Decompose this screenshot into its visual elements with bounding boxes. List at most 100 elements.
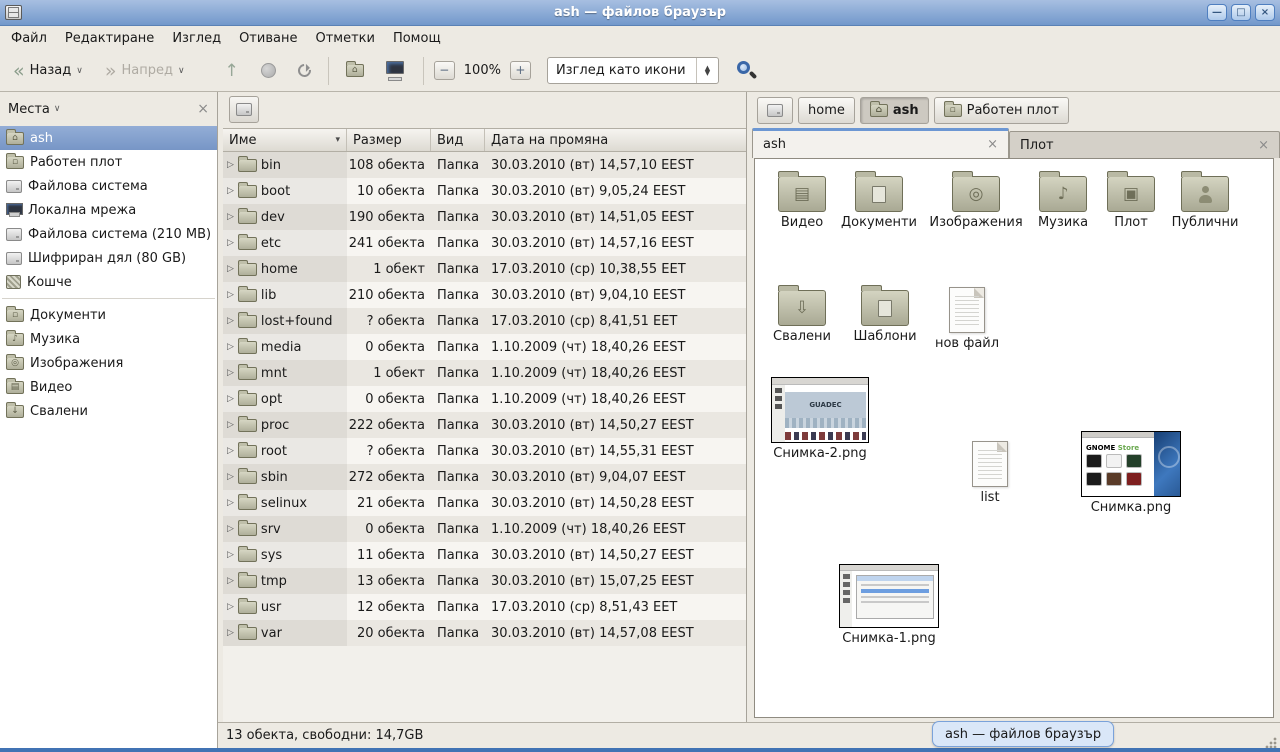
column-header-date[interactable]: Дата на промяна xyxy=(485,129,746,151)
back-button[interactable]: « Назад ∨ xyxy=(6,59,90,83)
expander-icon[interactable]: ▷ xyxy=(227,290,234,300)
icon-view-item-Плот[interactable]: ▣Плот xyxy=(1097,171,1165,231)
tab-Плот[interactable]: Плот× xyxy=(1009,131,1280,158)
date-cell: 30.03.2010 (вт) 9,04,07 EEST xyxy=(485,464,746,490)
table-row[interactable]: ▷etc241 обектаПапка30.03.2010 (вт) 14,57… xyxy=(223,230,746,256)
search-button[interactable] xyxy=(735,59,759,83)
zoom-out-button[interactable]: − xyxy=(434,61,455,80)
table-row[interactable]: ▷mnt1 обектПапка1.10.2009 (чт) 18,40,26 … xyxy=(223,360,746,386)
expander-icon[interactable]: ▷ xyxy=(227,394,234,404)
menu-item-4[interactable]: Отиване xyxy=(230,28,306,49)
reload-button[interactable] xyxy=(291,60,318,81)
table-row[interactable]: ▷sbin272 обектаПапка30.03.2010 (вт) 9,04… xyxy=(223,464,746,490)
icon-view-item-Публични[interactable]: Публични xyxy=(1161,171,1249,231)
expander-icon[interactable]: ▷ xyxy=(227,420,234,430)
table-row[interactable]: ▷proc222 обектаПапка30.03.2010 (вт) 14,5… xyxy=(223,412,746,438)
sidebar-item-Свалени[interactable]: ↓Свалени xyxy=(0,399,217,423)
menu-item-2[interactable]: Редактиране xyxy=(56,28,163,49)
column-header-size[interactable]: Размер xyxy=(347,129,431,151)
table-row[interactable]: ▷home1 обектПапка17.03.2010 (ср) 10,38,5… xyxy=(223,256,746,282)
stop-button[interactable] xyxy=(254,59,283,82)
breadcrumb-Работен плот[interactable]: ▫Работен плот xyxy=(934,97,1069,124)
computer-button[interactable] xyxy=(377,57,413,85)
expander-icon[interactable]: ▷ xyxy=(227,576,234,586)
expander-icon[interactable]: ▷ xyxy=(227,368,234,378)
icon-view-item-list[interactable]: list xyxy=(957,439,1023,506)
menu-item-6[interactable]: Помощ xyxy=(384,28,450,49)
home-button[interactable]: ⌂ xyxy=(339,60,371,81)
sidebar-item-Изображения[interactable]: ◎Изображения xyxy=(0,351,217,375)
icon-view-item-Снимка-1.png[interactable]: Снимка-1.png xyxy=(835,564,943,647)
sidebar-item-Работен плот[interactable]: ▫Работен плот xyxy=(0,150,217,174)
table-row[interactable]: ▷boot10 обектаПапка30.03.2010 (вт) 9,05,… xyxy=(223,178,746,204)
filesystem-root-button[interactable] xyxy=(229,96,259,123)
sidebar-item-Файлова система[interactable]: Файлова система xyxy=(0,174,217,198)
table-row[interactable]: ▷opt0 обектаПапка1.10.2009 (чт) 18,40,26… xyxy=(223,386,746,412)
table-row[interactable]: ▷selinux21 обектаПапка30.03.2010 (вт) 14… xyxy=(223,490,746,516)
expander-icon[interactable]: ▷ xyxy=(227,342,234,352)
icon-view-item-Снимка-2.png[interactable]: GUADECСнимка-2.png xyxy=(769,377,871,462)
expander-icon[interactable]: ▷ xyxy=(227,238,234,248)
table-row[interactable]: ▷media0 обектаПапка1.10.2009 (чт) 18,40,… xyxy=(223,334,746,360)
icon-view-item-нов файл[interactable]: нов файл xyxy=(927,285,1007,352)
expander-icon[interactable]: ▷ xyxy=(227,160,234,170)
icon-view-item-Свалени[interactable]: ⇩Свалени xyxy=(760,285,844,345)
table-row[interactable]: ▷srv0 обектаПапка1.10.2009 (чт) 18,40,26… xyxy=(223,516,746,542)
expander-icon[interactable]: ▷ xyxy=(227,446,234,456)
expander-icon[interactable]: ▷ xyxy=(227,212,234,222)
expander-icon[interactable]: ▷ xyxy=(227,602,234,612)
expander-icon[interactable]: ▷ xyxy=(227,498,234,508)
expander-icon[interactable]: ▷ xyxy=(227,316,234,326)
zoom-in-button[interactable]: + xyxy=(510,61,531,80)
table-row[interactable]: ▷lost+found? обектаПапка17.03.2010 (ср) … xyxy=(223,308,746,334)
sidebar-item-Документи[interactable]: ▫Документи xyxy=(0,303,217,327)
sidebar-item-Шифриран дял (80 GB)[interactable]: Шифриран дял (80 GB) xyxy=(0,246,217,270)
forward-button[interactable]: » Напред ∨ xyxy=(98,59,192,83)
breadcrumb-home[interactable]: home xyxy=(798,97,855,124)
table-row[interactable]: ▷var20 обектаПапка30.03.2010 (вт) 14,57,… xyxy=(223,620,746,646)
minimize-button[interactable]: — xyxy=(1207,4,1227,21)
expander-icon[interactable]: ▷ xyxy=(227,186,234,196)
breadcrumb-ash[interactable]: ⌂ash xyxy=(860,97,929,124)
table-row[interactable]: ▷lib210 обектаПапка30.03.2010 (вт) 9,04,… xyxy=(223,282,746,308)
expander-icon[interactable]: ▷ xyxy=(227,472,234,482)
up-button[interactable]: ↑ xyxy=(218,57,246,85)
table-row[interactable]: ▷usr12 обектаПапка17.03.2010 (ср) 8,51,4… xyxy=(223,594,746,620)
tab-close-icon[interactable]: × xyxy=(1258,138,1269,153)
name-cell: ▷mnt xyxy=(223,360,347,386)
column-header-name[interactable]: Име▾ xyxy=(223,129,347,151)
sidebar-item-Файлова система (210 MB)[interactable]: Файлова система (210 MB) xyxy=(0,222,217,246)
icon-view-item-Музика[interactable]: ♪Музика xyxy=(1023,171,1103,231)
icon-view-item-Изображения[interactable]: ◎Изображения xyxy=(933,171,1019,231)
expander-icon[interactable]: ▷ xyxy=(227,524,234,534)
menu-item-3[interactable]: Изглед xyxy=(163,28,230,49)
column-header-type[interactable]: Вид xyxy=(431,129,485,151)
table-row[interactable]: ▷sys11 обектаПапка30.03.2010 (вт) 14,50,… xyxy=(223,542,746,568)
expander-icon[interactable]: ▷ xyxy=(227,550,234,560)
table-row[interactable]: ▷root? обектаПапка30.03.2010 (вт) 14,55,… xyxy=(223,438,746,464)
view-mode-select[interactable]: Изглед като икони ▲▼ xyxy=(547,57,719,84)
size-cell: 0 обекта xyxy=(347,334,431,360)
icon-view-item-Шаблони[interactable]: Шаблони xyxy=(845,285,925,345)
expander-icon[interactable]: ▷ xyxy=(227,628,234,638)
sidebar-item-ash[interactable]: ⌂ash xyxy=(0,126,217,150)
table-row[interactable]: ▷bin108 обектаПапка30.03.2010 (вт) 14,57… xyxy=(223,152,746,178)
breadcrumb-root[interactable] xyxy=(757,97,793,124)
tab-close-icon[interactable]: × xyxy=(987,137,998,152)
maximize-button[interactable]: □ xyxy=(1231,4,1251,21)
sidebar-item-Музика[interactable]: ♪Музика xyxy=(0,327,217,351)
icon-view-item-Снимка.png[interactable]: GNOME StoreСнимка.png xyxy=(1077,431,1185,516)
sidebar-item-Локална мрежа[interactable]: Локална мрежа xyxy=(0,198,217,222)
sidebar-item-Кошче[interactable]: Кошче xyxy=(0,270,217,294)
icon-view-item-Документи[interactable]: Документи xyxy=(831,171,927,231)
table-row[interactable]: ▷dev190 обектаПапка30.03.2010 (вт) 14,51… xyxy=(223,204,746,230)
close-button[interactable]: × xyxy=(1255,4,1275,21)
sidebar-item-Видео[interactable]: ▤Видео xyxy=(0,375,217,399)
menu-item-5[interactable]: Отметки xyxy=(306,28,383,49)
sidebar-close-icon[interactable]: × xyxy=(197,101,209,117)
menu-item-1[interactable]: Файл xyxy=(2,28,56,49)
expander-icon[interactable]: ▷ xyxy=(227,264,234,274)
table-row[interactable]: ▷tmp13 обектаПапка30.03.2010 (вт) 15,07,… xyxy=(223,568,746,594)
sidebar-title[interactable]: Места xyxy=(8,102,50,117)
tab-ash[interactable]: ash× xyxy=(752,128,1009,158)
